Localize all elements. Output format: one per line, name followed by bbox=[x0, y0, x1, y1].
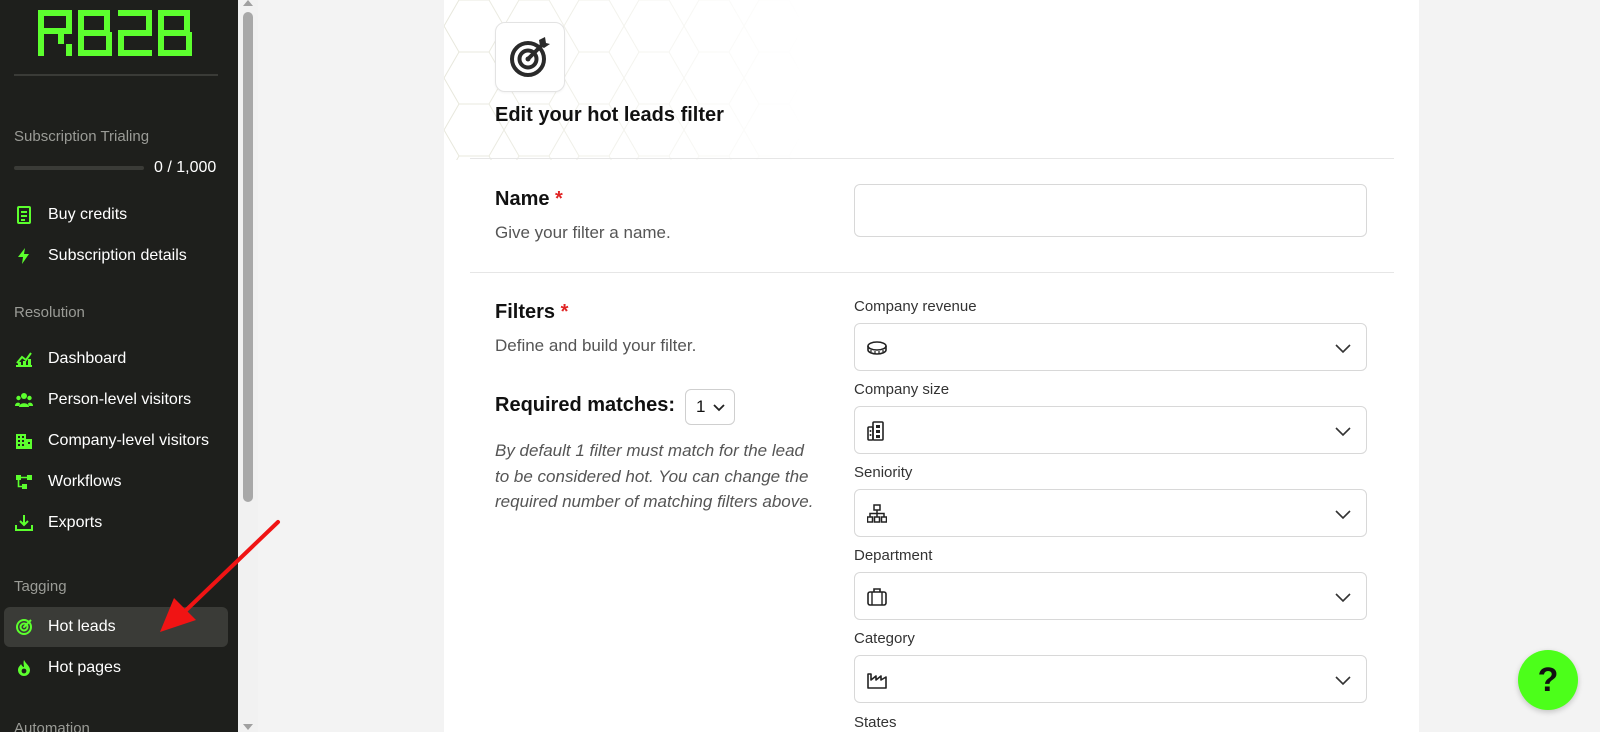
sidebar-item-label: Exports bbox=[48, 514, 103, 531]
chevron-down-icon bbox=[1335, 593, 1351, 603]
sidebar-item-label: Workflows bbox=[48, 473, 122, 490]
flame-icon bbox=[14, 658, 34, 678]
sidebar-item-hot-pages[interactable]: Hot pages bbox=[4, 648, 228, 688]
seniority-select[interactable] bbox=[854, 489, 1367, 537]
category-label: Category bbox=[854, 630, 915, 647]
filters-label-text: Filters bbox=[495, 301, 556, 323]
factory-icon bbox=[867, 673, 887, 689]
chevron-down-icon bbox=[713, 404, 725, 412]
sidebar-item-dashboard[interactable]: Dashboard bbox=[4, 339, 228, 379]
department-select[interactable] bbox=[854, 572, 1367, 620]
sidebar-item-label: Hot pages bbox=[48, 659, 121, 676]
filters-help: Define and build your filter. bbox=[495, 336, 697, 355]
divider bbox=[470, 158, 1394, 159]
required-matches-note: By default 1 filter must match for the l… bbox=[495, 441, 814, 511]
sidebar-item-label: Company-level visitors bbox=[48, 432, 209, 449]
sidebar-item-label: Hot leads bbox=[48, 618, 116, 635]
credits-count: 0 / 1,000 bbox=[154, 159, 217, 176]
target-icon bbox=[14, 617, 34, 637]
hot-leads-filter-panel: Edit your hot leads filter Name * Give y… bbox=[444, 0, 1419, 732]
rb2b-logo[interactable] bbox=[38, 10, 194, 56]
section-label-automation: Automation bbox=[14, 720, 90, 732]
department-label: Department bbox=[854, 547, 933, 564]
name-help: Give your filter a name. bbox=[495, 223, 671, 242]
page-title: Edit your hot leads filter bbox=[495, 104, 724, 126]
logo-divider bbox=[14, 74, 218, 76]
workflow-icon bbox=[14, 472, 34, 492]
scroll-up-arrow[interactable] bbox=[243, 0, 253, 6]
building-icon bbox=[14, 431, 34, 451]
download-icon bbox=[14, 513, 34, 533]
category-select[interactable] bbox=[854, 655, 1367, 703]
chart-icon bbox=[14, 349, 34, 369]
company-size-select[interactable] bbox=[854, 406, 1367, 454]
sidebar-item-person-level-visitors[interactable]: Person-level visitors bbox=[4, 380, 228, 420]
filter-name-input[interactable] bbox=[854, 184, 1367, 237]
coins-icon bbox=[867, 341, 887, 355]
seniority-label: Seniority bbox=[854, 464, 913, 481]
help-button[interactable]: ? bbox=[1518, 650, 1578, 710]
section-label-resolution: Resolution bbox=[14, 304, 85, 321]
filters-label: Filters * bbox=[495, 301, 568, 324]
receipt-icon bbox=[14, 205, 34, 225]
sidebar-item-label: Buy credits bbox=[48, 206, 128, 223]
required-asterisk: * bbox=[560, 301, 569, 323]
bolt-icon bbox=[14, 246, 34, 266]
red-arrow-annotation bbox=[160, 520, 280, 632]
section-label-tagging: Tagging bbox=[14, 578, 67, 595]
subscription-label: Subscription Trialing bbox=[14, 128, 150, 145]
credits-progress-bar bbox=[14, 166, 144, 170]
required-asterisk: * bbox=[555, 188, 563, 210]
chevron-down-icon bbox=[1335, 510, 1351, 520]
required-matches-value: 1 bbox=[696, 397, 706, 416]
name-label-text: Name bbox=[495, 188, 550, 210]
sidebar-item-label: Dashboard bbox=[48, 350, 127, 367]
company-revenue-select[interactable] bbox=[854, 323, 1367, 371]
target-icon bbox=[510, 37, 550, 77]
chevron-down-icon bbox=[1335, 427, 1351, 437]
scroll-down-arrow[interactable] bbox=[243, 724, 253, 730]
chevron-down-icon bbox=[1335, 344, 1351, 354]
hot-leads-target-badge bbox=[495, 22, 565, 92]
hierarchy-icon bbox=[867, 504, 887, 523]
sidebar-item-workflows[interactable]: Workflows bbox=[4, 462, 228, 502]
sidebar-item-label: Person-level visitors bbox=[48, 391, 192, 408]
sidebar-item-subscription-details[interactable]: Subscription details bbox=[4, 236, 228, 276]
states-label: States bbox=[854, 714, 897, 731]
scroll-thumb[interactable] bbox=[243, 12, 253, 502]
required-matches-label: Required matches: bbox=[495, 394, 676, 416]
office-building-icon bbox=[867, 421, 884, 441]
users-icon bbox=[14, 390, 34, 410]
company-revenue-label: Company revenue bbox=[854, 298, 977, 315]
chevron-down-icon bbox=[1335, 676, 1351, 686]
sidebar-item-company-level-visitors[interactable]: Company-level visitors bbox=[4, 421, 228, 461]
divider bbox=[470, 272, 1394, 273]
sidebar-item-buy-credits[interactable]: Buy credits bbox=[4, 195, 228, 235]
company-size-label: Company size bbox=[854, 381, 950, 398]
required-matches-select[interactable]: 1 bbox=[685, 389, 735, 425]
name-label: Name * bbox=[495, 188, 563, 211]
sidebar-item-label: Subscription details bbox=[48, 247, 187, 264]
briefcase-icon bbox=[867, 588, 887, 606]
